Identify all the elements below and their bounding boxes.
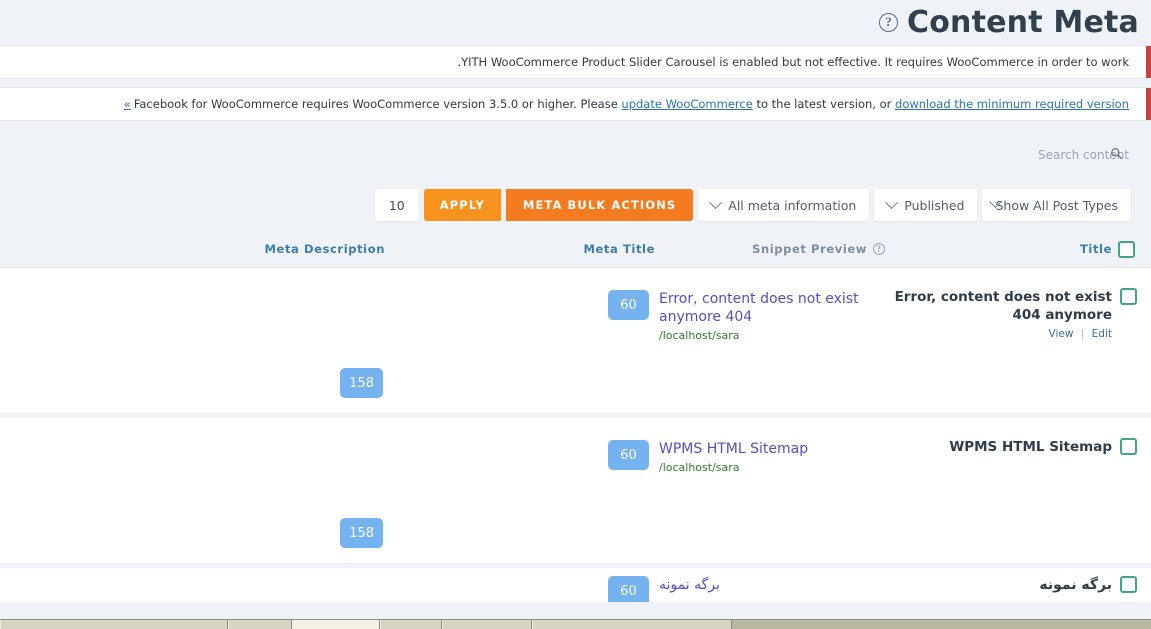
os-taskbar	[0, 619, 1151, 629]
notice-yith-woocommerce: .YITH WooCommerce Product Slider Carouse…	[0, 45, 1151, 79]
dismiss-notice-link[interactable]: «	[124, 97, 131, 111]
snippet-title[interactable]: WPMS HTML Sitemap	[659, 440, 881, 458]
cell-title: WPMS HTML Sitemap	[885, 428, 1143, 549]
taskbar-segment[interactable]	[0, 620, 228, 629]
meta-desc-wrap: 158	[340, 440, 419, 549]
meta-title-count-badge: 60	[608, 290, 649, 320]
column-header-title-label: Title	[1079, 242, 1112, 256]
row-actions-separator: |	[1080, 328, 1085, 341]
status-filter-label: Published	[904, 197, 965, 213]
column-header-meta-desc-label: Meta Description	[264, 242, 385, 256]
row-title[interactable]: Error, content does not exist 404 anymor…	[889, 288, 1112, 324]
snippet-title[interactable]: برگه نمونه	[659, 576, 881, 594]
column-header-meta-title-label: Meta Title	[583, 242, 655, 256]
select-all-checkbox[interactable]	[1118, 240, 1135, 258]
cell-meta-title: 60	[425, 278, 655, 399]
page-title: Content Meta	[907, 4, 1139, 40]
column-header-meta-title[interactable]: Meta Title	[425, 242, 655, 256]
meta-information-filter-select[interactable]: All meta information	[698, 189, 870, 221]
filter-toolbar: Show All Post Types Published All meta i…	[0, 179, 1151, 231]
table-row: Error, content does not exist 404 anymor…	[0, 268, 1151, 413]
table-row: برگه نمونه برگه نمونه 60	[0, 568, 1151, 602]
cell-meta-title: 60	[425, 576, 655, 602]
row-select-checkbox[interactable]	[1120, 576, 1137, 593]
notice-text: .YITH WooCommerce Product Slider Carouse…	[457, 55, 1129, 69]
taskbar-segment-active[interactable]	[292, 620, 380, 629]
table-row: WPMS HTML Sitemap WPMS HTML Sitemap /loc…	[0, 418, 1151, 563]
notice-text-group: «Facebook for WooCommerce requires WooCo…	[124, 97, 1129, 111]
search-input[interactable]	[1021, 144, 1131, 166]
download-minimum-version-link[interactable]: download the minimum required version	[895, 97, 1129, 111]
notice-text-start: Facebook for WooCommerce requires WooCom…	[133, 97, 622, 111]
row-title[interactable]: WPMS HTML Sitemap	[949, 438, 1112, 456]
snippet-url: /localhost/sara	[659, 461, 740, 475]
meta-title-count-badge: 60	[608, 440, 649, 470]
column-header-title[interactable]: Title	[885, 240, 1143, 258]
snippet-url: /localhost/sara	[659, 329, 740, 343]
cell-snippet-preview: Error, content does not exist anymore 40…	[655, 278, 885, 399]
post-type-filter-label: Show All Post Types	[995, 197, 1118, 213]
status-filter-select[interactable]: Published	[874, 189, 978, 221]
row-select-checkbox[interactable]	[1120, 438, 1137, 455]
column-header-meta-description[interactable]: Meta Description	[8, 242, 425, 256]
taskbar-segment[interactable]	[228, 620, 292, 629]
meta-title-count-badge: 60	[608, 576, 649, 602]
cell-meta-description	[8, 576, 425, 588]
update-woocommerce-link[interactable]: update WooCommerce	[621, 97, 752, 111]
taskbar-segment[interactable]	[532, 620, 732, 629]
notice-facebook-woocommerce: «Facebook for WooCommerce requires WooCo…	[0, 87, 1151, 121]
cell-meta-description: 158	[8, 278, 425, 399]
meta-information-filter-label: All meta information	[728, 197, 857, 213]
chevron-down-icon	[709, 195, 723, 209]
notice-text-mid: to the latest version, or	[752, 97, 896, 111]
edit-link[interactable]: Edit	[1092, 328, 1112, 340]
question-circle-icon[interactable]: ?	[879, 13, 898, 32]
meta-desc-wrap: 158	[340, 290, 419, 399]
question-circle-icon[interactable]: ?	[873, 243, 885, 255]
view-link[interactable]: View	[1049, 328, 1074, 340]
column-header-snippet-label: Snippet Preview	[752, 242, 867, 256]
taskbar-segment[interactable]	[380, 620, 442, 629]
row-actions: View | Edit	[889, 328, 1113, 341]
table-header-row: Title ? Snippet Preview Meta Title Meta …	[0, 231, 1151, 268]
cell-snippet-preview: WPMS HTML Sitemap /localhost/sara	[655, 428, 885, 549]
search-box[interactable]	[1021, 144, 1131, 166]
taskbar-segment[interactable]	[442, 620, 532, 629]
cell-title: Error, content does not exist 404 anymor…	[885, 278, 1143, 399]
cell-snippet-preview: برگه نمونه	[655, 576, 885, 593]
chevron-down-icon	[885, 195, 899, 209]
per-page-input[interactable]	[374, 189, 419, 221]
snippet-title[interactable]: Error, content does not exist anymore 40…	[659, 290, 881, 326]
meta-bulk-actions-button[interactable]: META BULK ACTIONS	[505, 189, 694, 221]
notice-gap	[0, 79, 1151, 87]
row-title[interactable]: برگه نمونه	[1039, 576, 1112, 595]
row-select-checkbox[interactable]	[1120, 288, 1137, 305]
cell-title: برگه نمونه	[885, 576, 1143, 593]
meta-description-count-badge: 158	[340, 368, 383, 398]
search-bar	[0, 121, 1151, 179]
cell-meta-title: 60	[425, 428, 655, 549]
meta-description-count-badge: 158	[340, 518, 383, 548]
page-root: ? Content Meta .YITH WooCommerce Product…	[0, 0, 1151, 629]
page-title-wrap: ? Content Meta	[879, 4, 1139, 40]
column-header-snippet-preview: ? Snippet Preview	[655, 242, 885, 256]
page-header: ? Content Meta	[0, 0, 1151, 45]
post-type-filter-select[interactable]: Show All Post Types	[982, 189, 1131, 221]
table-body: Error, content does not exist 404 anymor…	[0, 268, 1151, 602]
apply-button[interactable]: APPLY	[423, 189, 501, 221]
cell-meta-description: 158	[8, 428, 425, 549]
